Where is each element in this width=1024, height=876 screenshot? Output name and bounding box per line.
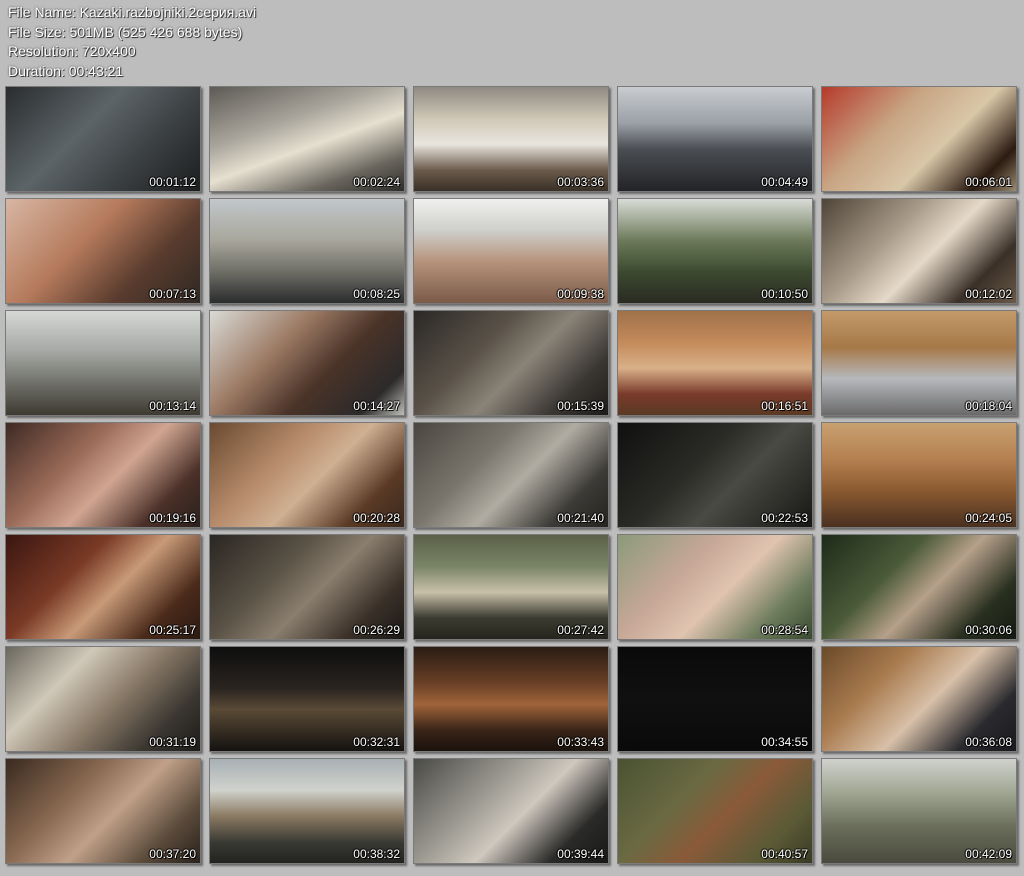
video-thumbnail: 00:10:50 <box>617 198 813 304</box>
video-thumbnail: 00:21:40 <box>413 422 609 528</box>
timestamp-label: 00:21:40 <box>557 511 604 525</box>
video-thumbnail: 00:14:27 <box>209 310 405 416</box>
video-thumbnail: 00:42:09 <box>821 758 1017 864</box>
timestamp-label: 00:06:01 <box>965 175 1012 189</box>
video-thumbnail: 00:26:29 <box>209 534 405 640</box>
video-thumbnail: 00:07:13 <box>5 198 201 304</box>
video-thumbnail: 00:31:19 <box>5 646 201 752</box>
timestamp-label: 00:32:31 <box>353 735 400 749</box>
timestamp-label: 00:07:13 <box>149 287 196 301</box>
timestamp-label: 00:04:49 <box>761 175 808 189</box>
video-thumbnail: 00:33:43 <box>413 646 609 752</box>
video-thumbnail: 00:40:57 <box>617 758 813 864</box>
video-thumbnail: 00:38:32 <box>209 758 405 864</box>
video-thumbnail: 00:32:31 <box>209 646 405 752</box>
timestamp-label: 00:40:57 <box>761 847 808 861</box>
duration-label: Duration: 00:43:21 <box>8 62 124 79</box>
timestamp-label: 00:03:36 <box>557 175 604 189</box>
thumbnail-grid: 00:01:12 00:02:24 00:03:36 00:04:49 00:06:01… <box>5 86 1017 864</box>
timestamp-label: 00:39:44 <box>557 847 604 861</box>
video-thumbnail: 00:30:06 <box>821 534 1017 640</box>
video-thumbnail: 00:06:01 <box>821 86 1017 192</box>
file-info-header: File Name: Kazaki.razbojniki.2серия.avi … <box>8 3 256 81</box>
timestamp-label: 00:37:20 <box>149 847 196 861</box>
video-thumbnail: 00:03:36 <box>413 86 609 192</box>
video-thumbnail: 00:08:25 <box>209 198 405 304</box>
file-name-label: File Name: Kazaki.razbojniki.2серия.avi <box>8 4 257 20</box>
video-thumbnail: 00:28:54 <box>617 534 813 640</box>
video-thumbnail: 00:36:08 <box>821 646 1017 752</box>
timestamp-label: 00:01:12 <box>149 175 196 189</box>
video-thumbnail: 00:20:28 <box>209 422 405 528</box>
timestamp-label: 00:13:14 <box>149 399 196 413</box>
video-thumbnail: 00:12:02 <box>821 198 1017 304</box>
timestamp-label: 00:42:09 <box>965 847 1012 861</box>
timestamp-label: 00:27:42 <box>557 623 604 637</box>
video-thumbnail: 00:09:38 <box>413 198 609 304</box>
timestamp-label: 00:34:55 <box>761 735 808 749</box>
timestamp-label: 00:25:17 <box>149 623 196 637</box>
video-thumbnail: 00:37:20 <box>5 758 201 864</box>
timestamp-label: 00:24:05 <box>965 511 1012 525</box>
timestamp-label: 00:30:06 <box>965 623 1012 637</box>
video-thumbnail: 00:19:16 <box>5 422 201 528</box>
timestamp-label: 00:19:16 <box>149 511 196 525</box>
video-thumbnail: 00:13:14 <box>5 310 201 416</box>
video-thumbnail: 00:02:24 <box>209 86 405 192</box>
timestamp-label: 00:28:54 <box>761 623 808 637</box>
video-thumbnail: 00:22:53 <box>617 422 813 528</box>
video-thumbnail: 00:24:05 <box>821 422 1017 528</box>
timestamp-label: 00:36:08 <box>965 735 1012 749</box>
resolution-label: Resolution: 720x400 <box>8 43 136 59</box>
timestamp-label: 00:16:51 <box>761 399 808 413</box>
file-size-label: File Size: 501MB (525 426 688 bytes) <box>8 23 243 40</box>
timestamp-label: 00:31:19 <box>149 735 196 749</box>
timestamp-label: 00:22:53 <box>761 511 808 525</box>
timestamp-label: 00:14:27 <box>353 399 400 413</box>
timestamp-label: 00:10:50 <box>761 287 808 301</box>
timestamp-label: 00:02:24 <box>353 175 400 189</box>
video-thumbnail: 00:04:49 <box>617 86 813 192</box>
timestamp-label: 00:09:38 <box>557 287 604 301</box>
video-thumbnail: 00:16:51 <box>617 310 813 416</box>
timestamp-label: 00:33:43 <box>557 735 604 749</box>
video-thumbnail: 00:27:42 <box>413 534 609 640</box>
timestamp-label: 00:12:02 <box>965 287 1012 301</box>
timestamp-label: 00:26:29 <box>353 623 400 637</box>
timestamp-label: 00:20:28 <box>353 511 400 525</box>
timestamp-label: 00:38:32 <box>353 847 400 861</box>
timestamp-label: 00:18:04 <box>965 399 1012 413</box>
timestamp-label: 00:15:39 <box>557 399 604 413</box>
video-thumbnail: 00:34:55 <box>617 646 813 752</box>
timestamp-label: 00:08:25 <box>353 287 400 301</box>
video-thumbnail: 00:18:04 <box>821 310 1017 416</box>
video-thumbnail: 00:25:17 <box>5 534 201 640</box>
video-thumbnail: 00:15:39 <box>413 310 609 416</box>
video-thumbnail: 00:01:12 <box>5 86 201 192</box>
video-thumbnail: 00:39:44 <box>413 758 609 864</box>
